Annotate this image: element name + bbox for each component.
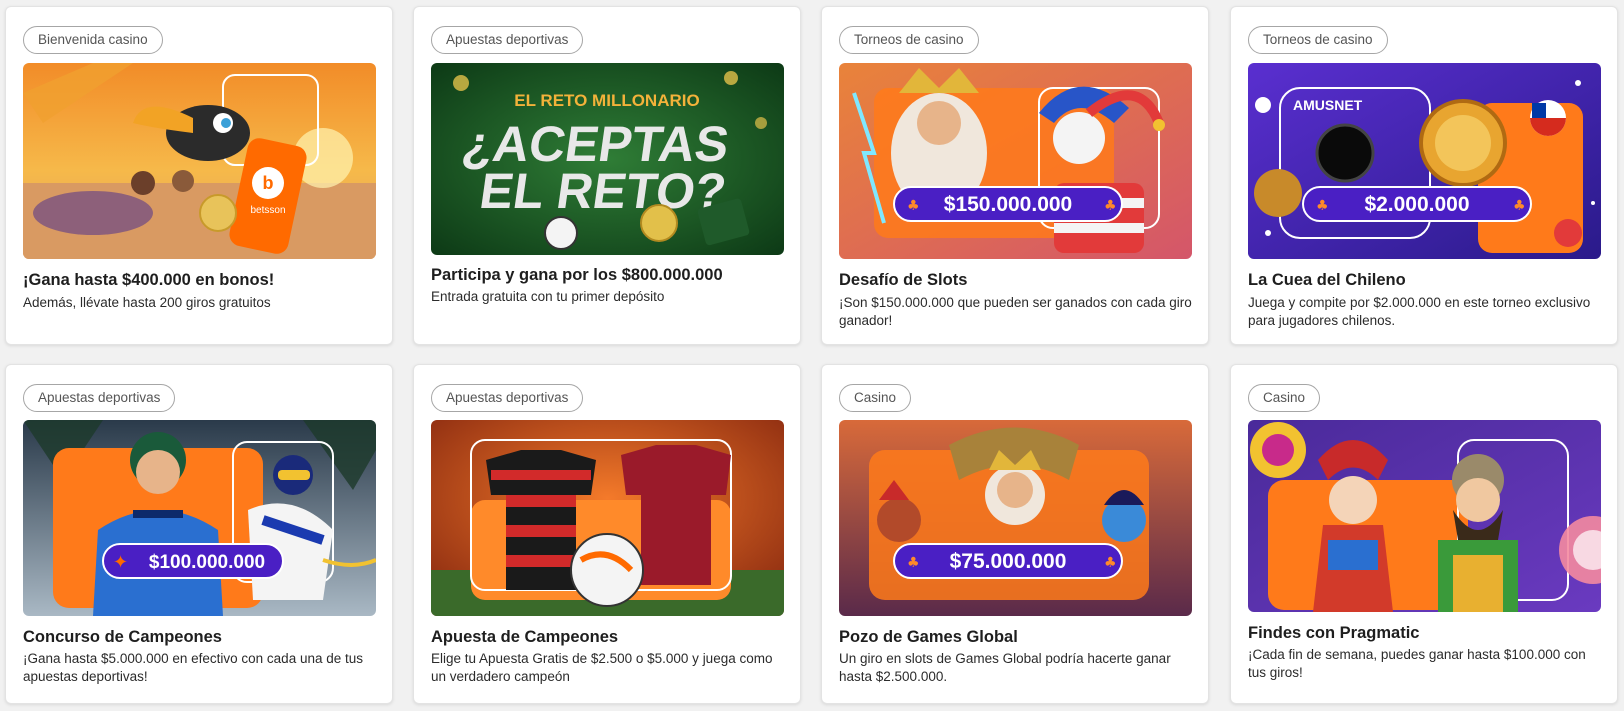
promo-banner-image: AMUSNET ♣ ♣ $2.000.000 xyxy=(1248,63,1601,259)
promo-card-millionaire-challenge[interactable]: Apuestas deportivas EL RETO MILLONARIO ¿… xyxy=(413,6,801,345)
jerseys-ball-illustration xyxy=(431,420,784,616)
promo-banner-image xyxy=(431,420,784,616)
promo-description: Elige tu Apuesta Gratis de $2.500 o $5.0… xyxy=(431,651,773,684)
category-tag[interactable]: Apuestas deportivas xyxy=(23,384,176,412)
category-tag[interactable]: Casino xyxy=(1248,384,1321,412)
cherry-icon: ♣ xyxy=(907,555,920,571)
promo-title[interactable]: Pozo de Games Global xyxy=(839,628,1018,647)
promo-card-welcome-casino[interactable]: Bienvenida casino b betsson ¡Gana hasta … xyxy=(5,6,393,345)
promo-description: ¡Cada fin de semana, puedes ganar hasta … xyxy=(1248,647,1586,680)
promo-card-champions-contest[interactable]: Apuestas deportivas ✦ $100.000.000 Concu… xyxy=(5,364,393,704)
cherry-icon: ♣ xyxy=(1104,555,1117,571)
promo-card-slots-challenge[interactable]: Torneos de casino ♣ ♣ $150.000.000 Desaf… xyxy=(821,6,1209,345)
slots-characters-illustration: ♣ ♣ $150.000.000 xyxy=(839,63,1192,259)
promo-banner-image xyxy=(1248,420,1601,612)
promo-card-chilean-tournament[interactable]: Torneos de casino AMUSNET ♣ ♣ $2.000.000… xyxy=(1230,6,1618,345)
promo-banner-image: EL RETO MILLONARIO ¿ACEPTAS EL RETO? xyxy=(431,63,784,255)
promo-description: Juega y compite por $2.000.000 en este t… xyxy=(1248,295,1591,328)
promo-card-pragmatic-weekends[interactable]: Casino Findes con Pragmatic ¡Cada fin de… xyxy=(1230,364,1618,704)
category-tag[interactable]: Apuestas deportivas xyxy=(431,26,584,54)
category-tag[interactable]: Apuestas deportivas xyxy=(431,384,584,412)
jester-lumberjack-illustration xyxy=(1248,420,1601,612)
promo-description: Un giro en slots de Games Global podría … xyxy=(839,651,1171,684)
promo-title[interactable]: Participa y gana por los $800.000.000 xyxy=(431,266,723,285)
category-tag[interactable]: Torneos de casino xyxy=(839,26,979,54)
category-tag[interactable]: Casino xyxy=(839,384,912,412)
promo-banner-image: b betsson xyxy=(23,63,376,259)
cherry-icon: ♣ xyxy=(1513,198,1526,214)
svg-text:$150.000.000: $150.000.000 xyxy=(944,193,1072,216)
promo-title[interactable]: Concurso de Campeones xyxy=(23,628,222,647)
challenge-banner-illustration: EL RETO MILLONARIO ¿ACEPTAS EL RETO? xyxy=(431,63,784,255)
promo-title[interactable]: La Cuea del Chileno xyxy=(1248,271,1406,290)
cherry-icon: ♣ xyxy=(1104,198,1117,214)
promo-description: ¡Son $150.000.000 que pueden ser ganados… xyxy=(839,295,1192,328)
cherry-icon: ♣ xyxy=(907,198,920,214)
promo-title[interactable]: Desafío de Slots xyxy=(839,271,967,290)
beach-toucan-illustration: b betsson xyxy=(23,63,376,259)
amusnet-logo-icon xyxy=(1255,97,1271,113)
svg-text:$100.000.000: $100.000.000 xyxy=(149,552,265,573)
promo-banner-image: ✦ $100.000.000 xyxy=(23,420,376,616)
svg-text:betsson: betsson xyxy=(250,205,285,216)
svg-text:b: b xyxy=(263,173,274,193)
star-icon: ✦ xyxy=(113,552,128,573)
promo-description: ¡Gana hasta $5.000.000 en efectivo con c… xyxy=(23,651,363,684)
category-tag[interactable]: Torneos de casino xyxy=(1248,26,1388,54)
promotions-grid: Bienvenida casino b betsson ¡Gana hasta … xyxy=(0,0,1624,711)
amusnet-coins-illustration: AMUSNET ♣ ♣ $2.000.000 xyxy=(1248,63,1601,259)
svg-text:$2.000.000: $2.000.000 xyxy=(1364,193,1469,216)
promo-title[interactable]: Findes con Pragmatic xyxy=(1248,624,1419,643)
promo-description: Además, llévate hasta 200 giros gratuito… xyxy=(23,295,271,310)
gods-characters-illustration: ♣ ♣ $75.000.000 xyxy=(839,420,1192,616)
skiers-illustration: ✦ $100.000.000 xyxy=(23,420,376,616)
cherry-icon: ♣ xyxy=(1316,198,1329,214)
svg-text:AMUSNET: AMUSNET xyxy=(1293,97,1363,113)
promo-description: Entrada gratuita con tu primer depósito xyxy=(431,289,665,304)
promo-title[interactable]: ¡Gana hasta $400.000 en bonos! xyxy=(23,271,274,290)
svg-text:EL RETO MILLONARIO: EL RETO MILLONARIO xyxy=(514,91,699,110)
promo-banner-image: ♣ ♣ $150.000.000 xyxy=(839,63,1192,259)
svg-text:$75.000.000: $75.000.000 xyxy=(950,550,1067,573)
svg-text:EL RETO?: EL RETO? xyxy=(476,163,729,219)
promo-banner-image: ♣ ♣ $75.000.000 xyxy=(839,420,1192,616)
promo-card-champions-bet[interactable]: Apuestas deportivas Apuesta de Campeones… xyxy=(413,364,801,704)
promo-card-games-global-jackpot[interactable]: Casino ♣ ♣ $75.000.000 Pozo de Games Glo… xyxy=(821,364,1209,704)
promo-title[interactable]: Apuesta de Campeones xyxy=(431,628,618,647)
category-tag[interactable]: Bienvenida casino xyxy=(23,26,163,54)
soccer-ball-icon xyxy=(570,533,644,607)
